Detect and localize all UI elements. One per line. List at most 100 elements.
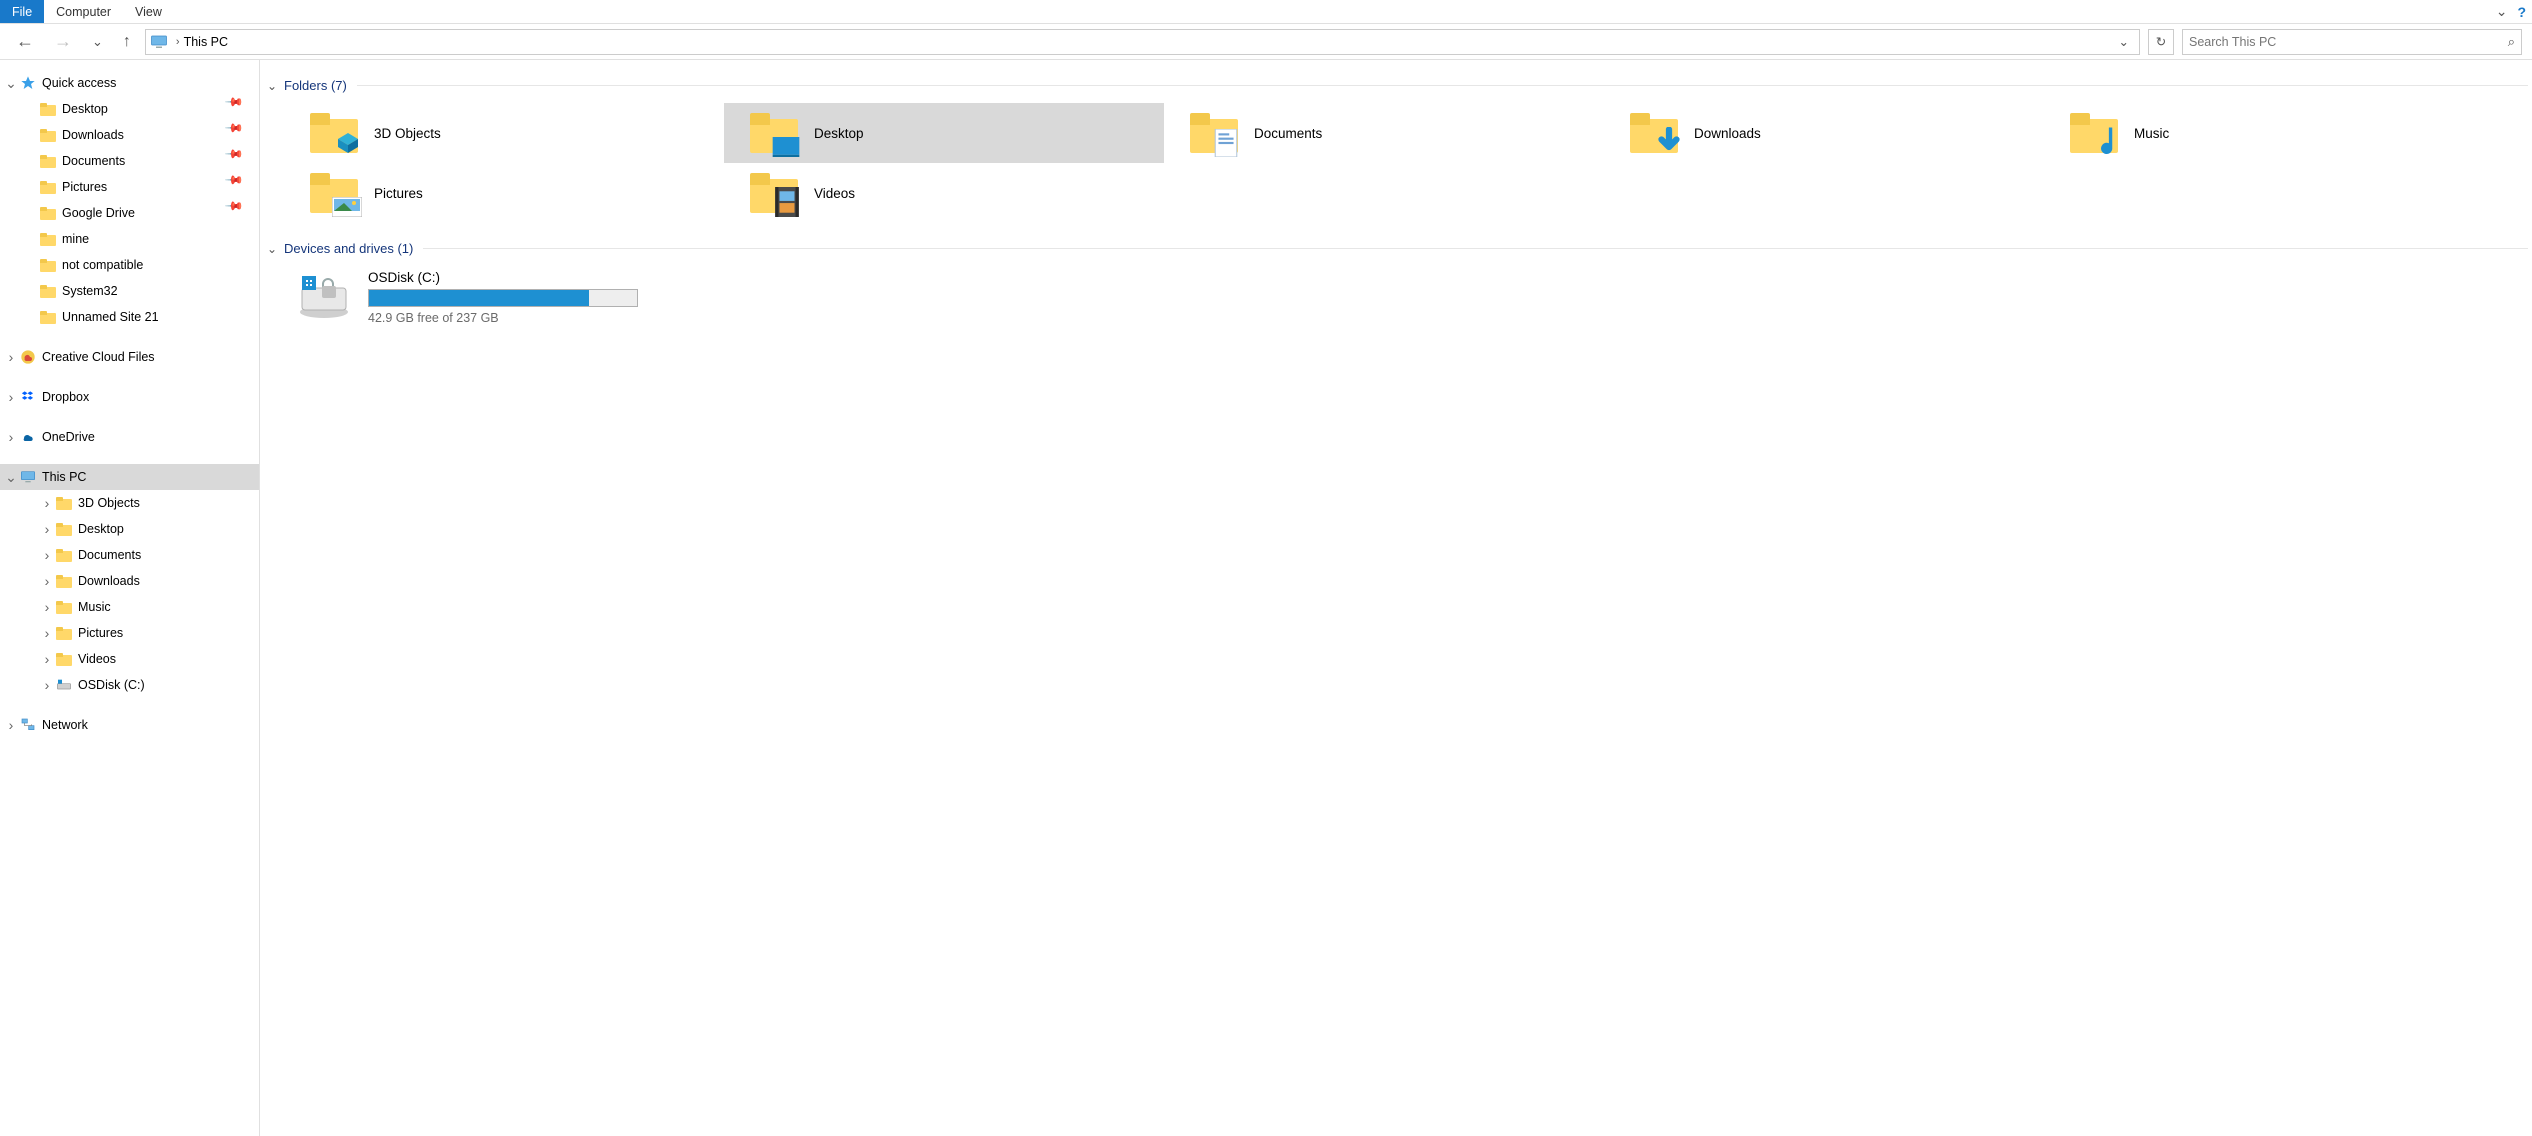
address-bar[interactable]: › This PC ⌄ xyxy=(145,29,2140,55)
folder-tile-downloads[interactable]: Downloads xyxy=(1604,103,2044,163)
nav-thispc-osdisk[interactable]: › OSDisk (C:) xyxy=(0,672,259,698)
chevron-right-icon[interactable]: › xyxy=(40,573,54,589)
nav-item-label: Desktop xyxy=(62,102,108,116)
nav-thispc-videos[interactable]: › Videos xyxy=(0,646,259,672)
nav-item-label: Documents xyxy=(78,548,141,562)
chevron-down-icon[interactable]: ⌄ xyxy=(4,75,18,92)
nav-this-pc[interactable]: ⌄ This PC xyxy=(0,464,259,490)
nav-quick-mine[interactable]: mine xyxy=(0,226,259,252)
folder-tile-label: Pictures xyxy=(374,186,423,201)
chevron-right-icon[interactable]: › xyxy=(4,429,18,445)
drive-icon xyxy=(290,268,358,324)
nav-quick-desktop[interactable]: Desktop 📌 xyxy=(0,96,259,122)
nav-onedrive[interactable]: › OneDrive xyxy=(0,424,259,450)
creative-cloud-icon xyxy=(18,349,38,365)
nav-item-label: Creative Cloud Files xyxy=(42,350,155,364)
nav-item-label: OneDrive xyxy=(42,430,95,444)
folder-tile-3d[interactable]: 3D Objects xyxy=(284,103,724,163)
folders-section-header[interactable]: ⌄ Folders (7) xyxy=(260,72,2532,99)
nav-quick-pictures[interactable]: Pictures 📌 xyxy=(0,174,259,200)
nav-thispc-downloads[interactable]: › Downloads xyxy=(0,568,259,594)
folder-tile-desktop[interactable]: Desktop xyxy=(724,103,1164,163)
chevron-right-icon[interactable]: › xyxy=(40,677,54,693)
folder-icon xyxy=(38,257,58,273)
nav-item-label: Desktop xyxy=(78,522,124,536)
nav-forward-button[interactable]: → xyxy=(48,31,78,52)
folder-tile-label: Videos xyxy=(814,186,855,201)
drive-usage-bar xyxy=(368,289,638,307)
address-dropdown-icon[interactable]: ⌄ xyxy=(2113,34,2135,49)
drive-free-space: 42.9 GB free of 237 GB xyxy=(368,311,638,325)
downloads-folder-icon xyxy=(54,573,74,589)
drive-icon xyxy=(54,677,74,693)
nav-thispc-desktop[interactable]: › Desktop xyxy=(0,516,259,542)
breadcrumb-location[interactable]: This PC xyxy=(184,35,228,49)
downloads-folder-icon xyxy=(1610,107,1678,159)
nav-network[interactable]: › Network xyxy=(0,712,259,738)
chevron-right-icon[interactable]: › xyxy=(4,349,18,365)
desktop-folder-icon xyxy=(54,521,74,537)
nav-item-label: OSDisk (C:) xyxy=(78,678,145,692)
ribbon-tab-file[interactable]: File xyxy=(0,0,44,23)
ribbon-expand-icon[interactable]: ⌄ xyxy=(2496,3,2508,20)
search-input[interactable] xyxy=(2189,35,2508,49)
dropbox-icon xyxy=(18,389,38,405)
search-icon[interactable]: ⌕ xyxy=(2508,34,2515,50)
folder-tile-pictures[interactable]: Pictures xyxy=(284,163,724,223)
nav-quick-downloads[interactable]: Downloads 📌 xyxy=(0,122,259,148)
chevron-right-icon[interactable]: › xyxy=(40,547,54,563)
nav-up-button[interactable]: ↑ xyxy=(117,33,137,51)
chevron-right-icon[interactable]: › xyxy=(4,389,18,405)
folder-icon xyxy=(38,205,58,221)
nav-item-label: Documents xyxy=(62,154,125,168)
nav-dropbox[interactable]: › Dropbox xyxy=(0,384,259,410)
drives-section-label: Devices and drives (1) xyxy=(284,241,413,256)
quick-access-label: Quick access xyxy=(42,76,116,90)
nav-recent-dropdown[interactable]: ⌄ xyxy=(86,34,109,50)
nav-creative-cloud[interactable]: › Creative Cloud Files xyxy=(0,344,259,370)
chevron-right-icon[interactable]: › xyxy=(40,625,54,641)
this-pc-icon xyxy=(18,469,38,485)
breadcrumb-separator-icon[interactable]: › xyxy=(172,36,184,48)
nav-thispc-documents[interactable]: › Documents xyxy=(0,542,259,568)
onedrive-icon xyxy=(18,429,38,445)
nav-item-label: Dropbox xyxy=(42,390,89,404)
nav-thispc-music[interactable]: › Music xyxy=(0,594,259,620)
nav-quick-not-compatible[interactable]: not compatible xyxy=(0,252,259,278)
drive-tile[interactable]: OSDisk (C:)42.9 GB free of 237 GB xyxy=(284,262,724,331)
downloads-folder-icon xyxy=(38,127,58,143)
folder-tile-label: Downloads xyxy=(1694,126,1761,141)
chevron-down-icon[interactable]: ⌄ xyxy=(262,79,282,93)
folder-tile-documents[interactable]: Documents xyxy=(1164,103,1604,163)
nav-quick-unnamed-site[interactable]: Unnamed Site 21 xyxy=(0,304,259,330)
desktop-folder-icon xyxy=(38,101,58,117)
chevron-right-icon[interactable]: › xyxy=(4,717,18,733)
nav-quick-system32[interactable]: System32 xyxy=(0,278,259,304)
chevron-down-icon[interactable]: ⌄ xyxy=(4,469,18,486)
nav-back-button[interactable]: ← xyxy=(10,31,40,52)
nav-thispc-3d[interactable]: › 3D Objects xyxy=(0,490,259,516)
folder-tile-label: 3D Objects xyxy=(374,126,441,141)
chevron-down-icon[interactable]: ⌄ xyxy=(262,242,282,256)
chevron-right-icon[interactable]: › xyxy=(40,651,54,667)
documents-folder-icon xyxy=(54,547,74,563)
nav-quick-googledrive[interactable]: Google Drive 📌 xyxy=(0,200,259,226)
music-folder-icon xyxy=(2050,107,2118,159)
folders-section-label: Folders (7) xyxy=(284,78,347,93)
nav-item-label: Pictures xyxy=(78,626,123,640)
ribbon-tab-computer[interactable]: Computer xyxy=(44,0,123,23)
ribbon-tab-view[interactable]: View xyxy=(123,0,174,23)
search-box[interactable]: ⌕ xyxy=(2182,29,2522,55)
nav-quick-documents[interactable]: Documents 📌 xyxy=(0,148,259,174)
chevron-right-icon[interactable]: › xyxy=(40,521,54,537)
nav-quick-access[interactable]: ⌄ Quick access xyxy=(0,70,259,96)
chevron-right-icon[interactable]: › xyxy=(40,495,54,511)
help-icon[interactable]: ? xyxy=(2517,4,2526,20)
folder-tile-music[interactable]: Music xyxy=(2044,103,2484,163)
folder-tile-videos[interactable]: Videos xyxy=(724,163,1164,223)
refresh-button[interactable]: ↻ xyxy=(2148,29,2174,55)
drives-section-header[interactable]: ⌄ Devices and drives (1) xyxy=(260,235,2532,262)
chevron-right-icon[interactable]: › xyxy=(40,599,54,615)
folder-tile-label: Documents xyxy=(1254,126,1322,141)
nav-thispc-pictures[interactable]: › Pictures xyxy=(0,620,259,646)
